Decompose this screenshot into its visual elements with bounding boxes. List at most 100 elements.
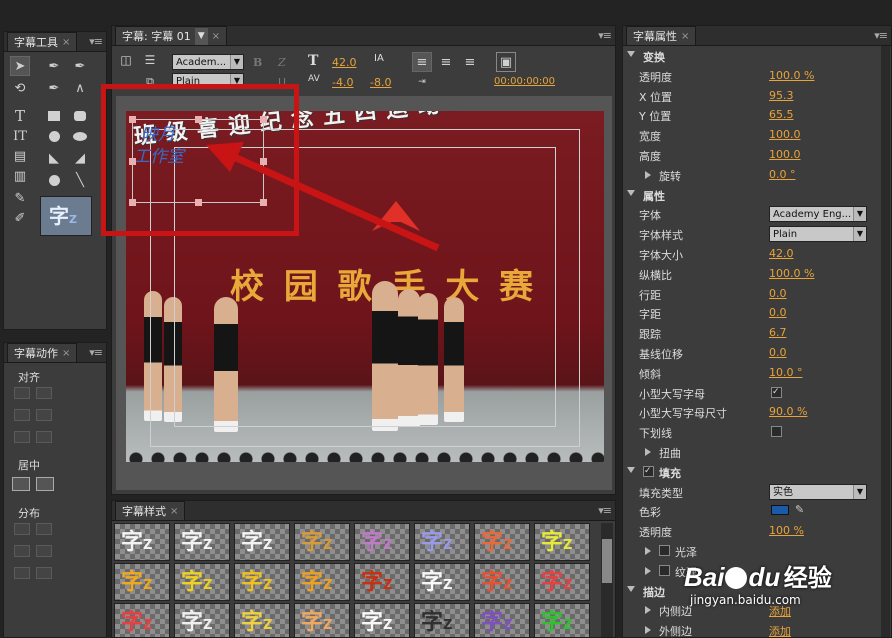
collapse-triangle-icon[interactable] xyxy=(627,51,635,57)
collapse-triangle-icon[interactable] xyxy=(627,466,635,473)
distribute-3-icon[interactable] xyxy=(14,545,30,557)
title-dropdown-icon[interactable]: ▼ xyxy=(194,27,208,45)
style-swatch[interactable]: 字Z xyxy=(354,523,410,561)
prop-row[interactable]: Y 位置 65.5 xyxy=(623,105,883,125)
prop-value[interactable]: 0.0 xyxy=(769,287,787,300)
prop-value[interactable]: 100.0 xyxy=(769,148,801,161)
style-swatch[interactable]: 字Z xyxy=(294,603,350,637)
prop-value[interactable]: 100.0 % xyxy=(769,267,814,280)
align-left-text-button[interactable]: ≡ xyxy=(412,52,432,72)
style-swatch[interactable]: 字Z xyxy=(294,523,350,561)
type-tool[interactable]: T xyxy=(10,106,30,126)
collapse-triangle-icon[interactable] xyxy=(627,585,635,592)
expand-triangle-icon[interactable] xyxy=(645,606,651,615)
prop-select[interactable]: 实色 ▼ xyxy=(769,483,867,500)
tab-title-actions[interactable]: 字幕动作 × xyxy=(7,343,78,362)
panel-menu-icon[interactable]: ▾≡ xyxy=(89,35,103,48)
roll-crawl-icon[interactable]: ☰ xyxy=(140,50,160,70)
prop-row[interactable]: 宽度 100.0 xyxy=(623,125,883,145)
prop-row[interactable]: 变换 xyxy=(623,46,883,66)
checkbox[interactable] xyxy=(659,564,670,576)
prop-row[interactable]: ✓ 填充 xyxy=(623,462,883,482)
tab-title-tools[interactable]: 字幕工具 × xyxy=(7,32,78,51)
font-family-select[interactable]: Academ... ▼ xyxy=(172,54,244,70)
tab-title-main[interactable]: 字幕: 字幕 01 ▼ × xyxy=(115,26,228,45)
prop-row[interactable]: 小型大写字母尺寸 90.0 % xyxy=(623,402,883,422)
center-horizontal-icon[interactable] xyxy=(12,477,30,491)
align-center-text-button[interactable]: ≡ xyxy=(436,52,456,72)
prop-row[interactable]: 倾斜 10.0 ° xyxy=(623,363,883,383)
style-swatch[interactable]: 字Z xyxy=(354,603,410,637)
vertical-pen-tool[interactable]: ✒ xyxy=(70,56,90,76)
prop-row[interactable]: 纵横比 100.0 % xyxy=(623,264,883,284)
timecode[interactable]: 00:00:00:00 xyxy=(494,76,555,87)
collapse-triangle-icon[interactable] xyxy=(627,189,635,196)
prop-value[interactable]: 100 % xyxy=(769,524,804,537)
style-swatch[interactable]: 字Z xyxy=(534,563,590,601)
prop-row[interactable]: 行距 0.0 xyxy=(623,284,883,304)
prop-row[interactable]: 跟踪 6.7 xyxy=(623,323,883,343)
prop-row[interactable]: 字体样式 Plain ▼ xyxy=(623,224,883,244)
style-swatch[interactable]: 字Z xyxy=(234,523,290,561)
checkbox[interactable] xyxy=(659,545,670,556)
convert-anchor-tool[interactable]: ∧ xyxy=(70,78,90,98)
align-left-icon[interactable] xyxy=(14,387,30,399)
style-swatch[interactable]: 字Z xyxy=(414,603,470,637)
prop-row[interactable]: 色彩 ✎ xyxy=(623,501,883,521)
prop-select[interactable]: Academy Eng... ▼ xyxy=(769,206,867,223)
checkbox[interactable]: ✓ xyxy=(771,386,782,398)
show-video-icon[interactable]: ▣ xyxy=(496,52,516,72)
align-center-h-icon[interactable] xyxy=(36,387,52,399)
style-swatch[interactable]: 字Z xyxy=(414,563,470,601)
align-bottom-icon[interactable] xyxy=(36,431,52,443)
rotation-tool[interactable]: ⟲ xyxy=(10,78,30,98)
new-title-icon[interactable]: ◫ xyxy=(116,50,136,70)
style-swatch[interactable]: 字Z xyxy=(114,603,170,637)
tab-title-styles[interactable]: 字幕样式 × xyxy=(115,501,186,520)
vertical-path-type-tool[interactable]: ✐ xyxy=(10,208,30,228)
rounded-corner-tool[interactable] xyxy=(70,126,90,146)
prop-value[interactable]: 6.7 xyxy=(769,326,787,339)
style-swatch[interactable]: 字Z xyxy=(234,563,290,601)
bold-button[interactable]: B xyxy=(253,56,262,69)
eyedropper-icon[interactable]: ✎ xyxy=(795,503,804,516)
align-middle-icon[interactable] xyxy=(14,431,30,443)
prop-value[interactable]: 100.0 % xyxy=(769,69,814,82)
scroll-thumb[interactable] xyxy=(602,539,612,583)
italic-button[interactable]: Z xyxy=(278,56,286,69)
distribute-6-icon[interactable] xyxy=(36,567,52,579)
pen-tool[interactable]: ✒ xyxy=(44,56,64,76)
prop-value[interactable]: 0.0 xyxy=(769,346,787,359)
path-type-tool[interactable]: ✎ xyxy=(10,188,30,208)
distribute-1-icon[interactable] xyxy=(14,523,30,535)
selection-tool[interactable]: ➤ xyxy=(10,56,30,76)
style-swatch[interactable]: 字Z xyxy=(474,523,530,561)
align-right-icon[interactable] xyxy=(14,409,30,421)
arc-tool[interactable]: ◢ xyxy=(70,148,90,168)
prop-value[interactable]: 100.0 xyxy=(769,128,801,141)
prop-row[interactable]: 外侧边 添加 xyxy=(623,620,883,637)
prop-row[interactable]: 字距 0.0 xyxy=(623,303,883,323)
kerning-value[interactable]: -4.0 xyxy=(332,76,353,89)
font-size-value[interactable]: 42.0 xyxy=(332,56,357,69)
close-icon[interactable]: × xyxy=(170,503,178,520)
align-top-icon[interactable] xyxy=(36,409,52,421)
expand-triangle-icon[interactable] xyxy=(645,170,651,179)
vertical-area-type-tool[interactable]: ▥ xyxy=(10,166,30,186)
style-swatch[interactable]: 字Z xyxy=(414,523,470,561)
prop-row[interactable]: 属性 xyxy=(623,185,883,205)
style-swatch[interactable]: 字Z xyxy=(474,603,530,637)
expand-triangle-icon[interactable] xyxy=(645,547,651,555)
prop-row[interactable]: 透明度 100 % xyxy=(623,521,883,541)
prop-row[interactable]: 高度 100.0 xyxy=(623,145,883,165)
prop-row[interactable]: X 位置 95.3 xyxy=(623,86,883,106)
wedge-tool[interactable]: ◣ xyxy=(44,148,64,168)
rounded-rect-tool[interactable] xyxy=(70,106,90,126)
expand-triangle-icon[interactable] xyxy=(645,566,651,575)
prop-row[interactable]: 旋转 0.0 ° xyxy=(623,165,883,185)
close-icon[interactable]: × xyxy=(62,34,70,51)
style-swatch[interactable]: 字Z xyxy=(474,563,530,601)
style-swatch[interactable]: 字Z xyxy=(174,603,230,637)
close-icon[interactable]: × xyxy=(62,345,70,362)
style-swatch[interactable]: 字Z xyxy=(534,603,590,637)
